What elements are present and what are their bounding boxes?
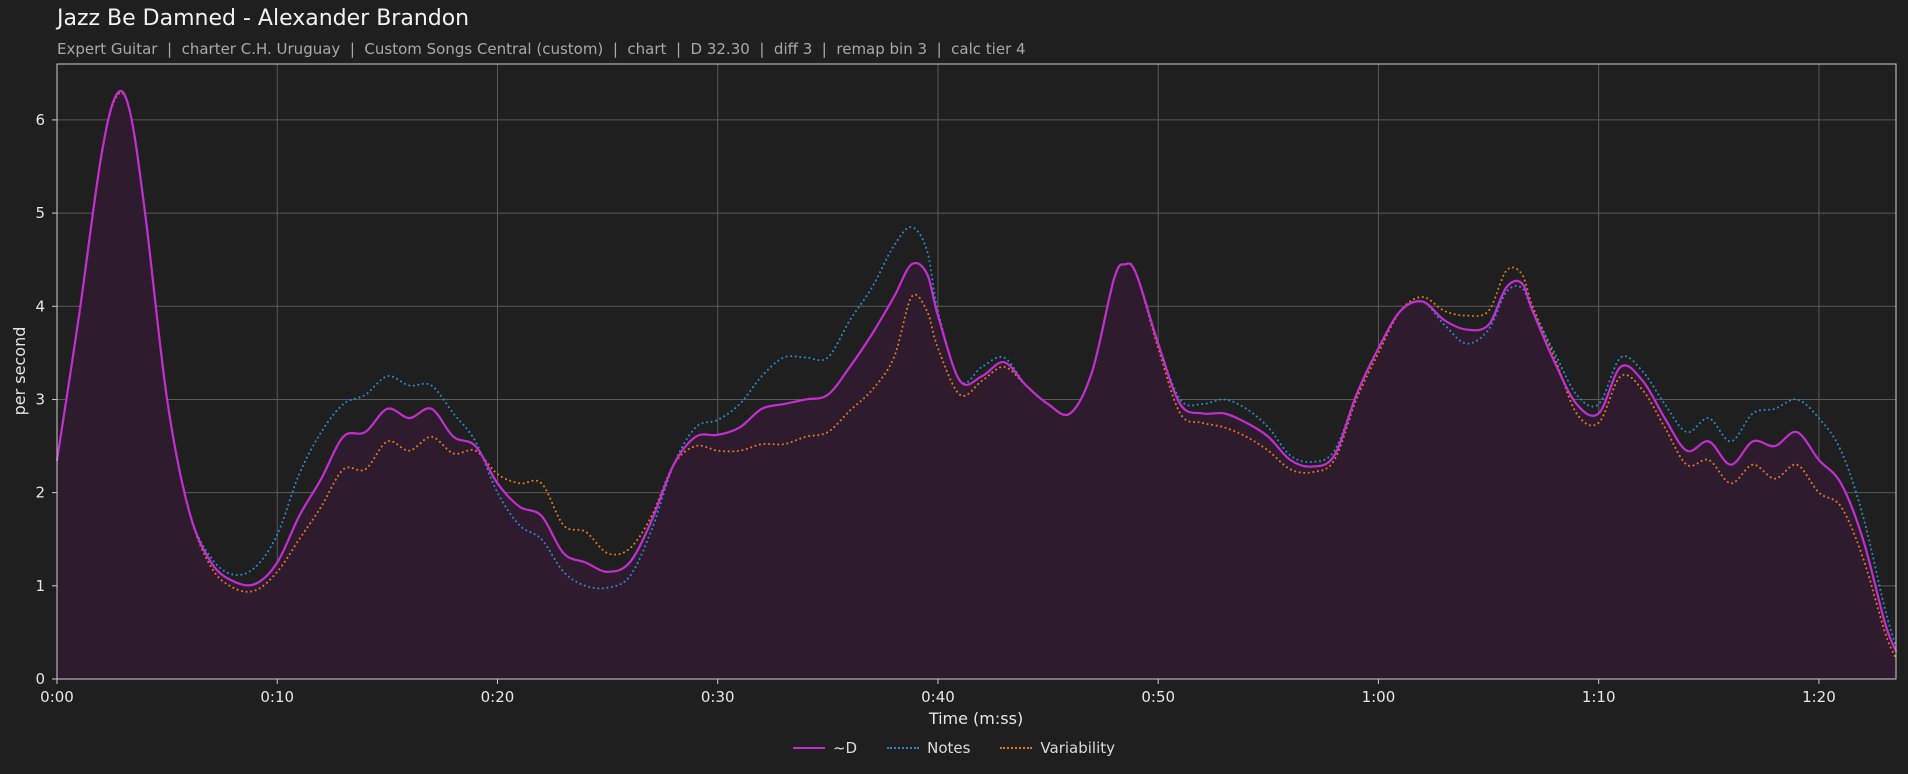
legend-item-notes: Notes xyxy=(887,738,970,758)
y-tick-label: 0 xyxy=(35,670,45,688)
x-axis-label: Time (m:ss) xyxy=(928,709,1023,728)
y-axis-label: per second xyxy=(10,327,29,416)
x-tick-label: 1:20 xyxy=(1802,688,1836,706)
area-fill-d xyxy=(57,91,1896,680)
y-tick-label: 6 xyxy=(35,111,45,129)
y-tick-label: 3 xyxy=(35,390,45,408)
y-tick-label: 1 xyxy=(35,577,45,595)
area-fill-layer xyxy=(57,91,1896,680)
legend-swatch-variability xyxy=(1000,747,1033,749)
x-tick-label: 0:50 xyxy=(1141,688,1175,706)
legend-label-notes: Notes xyxy=(927,739,971,757)
x-tick-label: 1:00 xyxy=(1362,688,1396,706)
legend-swatch-d xyxy=(792,747,825,749)
y-tick-label: 5 xyxy=(35,204,45,222)
x-tick-label: 0:40 xyxy=(921,688,955,706)
x-tick-label: 0:10 xyxy=(260,688,294,706)
line-chart: 0:00 0:10 0:20 0:30 0:40 0:50 1:00 1:10 1:20 0 1 2 3… xyxy=(10,63,1898,728)
legend-item-variability: Variability xyxy=(1000,738,1115,758)
y-tick-label: 4 xyxy=(35,297,45,315)
y-tick-label: 2 xyxy=(35,484,45,502)
legend: ~D Notes Variability xyxy=(0,738,1908,758)
x-tick-label: 0:30 xyxy=(701,688,735,706)
legend-item-d: ~D xyxy=(792,738,858,758)
x-tick-label: 1:10 xyxy=(1582,688,1616,706)
x-tick-label: 0:00 xyxy=(40,688,74,706)
legend-label-d: ~D xyxy=(832,739,858,757)
legend-swatch-notes xyxy=(887,747,920,749)
legend-label-variability: Variability xyxy=(1040,739,1116,757)
x-tick-label: 0:20 xyxy=(481,688,515,706)
